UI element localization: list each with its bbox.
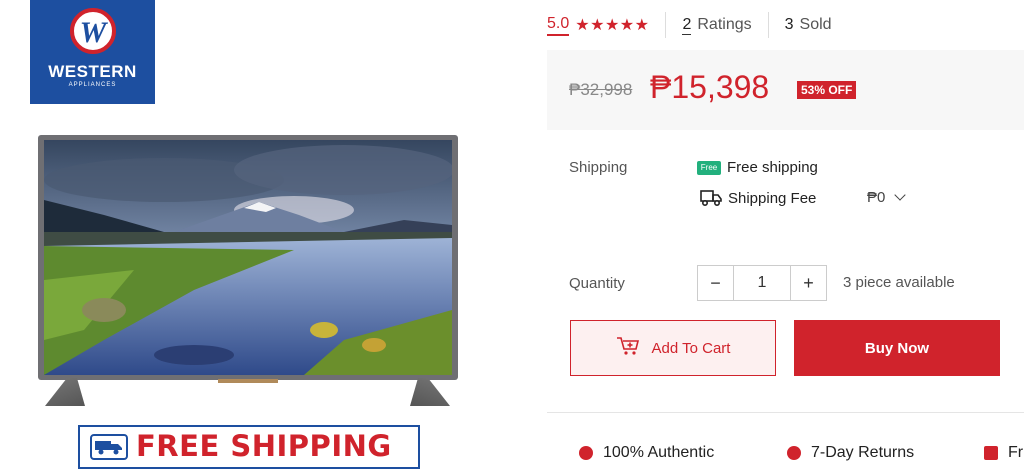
- tv-stand-right: [410, 378, 450, 406]
- add-to-cart-label: Add To Cart: [651, 339, 731, 357]
- feature-authentic-label: 100% Authentic: [603, 444, 715, 461]
- current-price: ₱15,398: [650, 69, 770, 105]
- star-rating-icon: ★★★★★: [575, 17, 650, 34]
- chevron-down-icon: [893, 189, 906, 201]
- shipping-fee-dropdown[interactable]: ₱0: [867, 189, 906, 206]
- divider: [767, 12, 769, 38]
- tv-screen: [44, 140, 452, 375]
- rating-row: 5.0 ★★★★★ 2 Ratings 3 Sold: [547, 12, 832, 38]
- shipping-fee-value: ₱0: [867, 189, 886, 206]
- free-shipping-banner-text: FREE SHIPPING: [136, 429, 392, 463]
- ratings-label: Ratings: [697, 16, 752, 33]
- brand-logo: W WESTERN APPLIANCES: [30, 0, 155, 104]
- shipping-fee-line: Shipping Fee: [700, 189, 816, 207]
- rating-value[interactable]: 5.0: [547, 15, 570, 36]
- original-price: ₱32,998: [569, 80, 633, 99]
- tv-base-strip: [218, 379, 278, 383]
- discount-badge: 53% OFF: [797, 81, 857, 99]
- divider: [547, 412, 1024, 413]
- truck-icon: [90, 434, 128, 460]
- tv-stand-left: [45, 378, 85, 406]
- landscape-image: [44, 140, 452, 375]
- product-gallery: W WESTERN APPLIANCES FREE SHIPPING: [0, 0, 530, 476]
- feature-shipping-label: Fr: [1008, 444, 1024, 461]
- increase-button[interactable]: +: [791, 266, 826, 300]
- shield-icon: [579, 446, 593, 460]
- brand-sub: APPLIANCES: [68, 82, 117, 88]
- sold-count: 3: [784, 16, 794, 33]
- add-to-cart-button[interactable]: Add To Cart: [570, 320, 776, 376]
- divider: [665, 12, 667, 38]
- free-shipping-banner: FREE SHIPPING: [78, 425, 420, 469]
- truck-icon: [984, 446, 998, 460]
- decrease-button[interactable]: −: [698, 266, 733, 300]
- feature-returns-label: 7-Day Returns: [811, 444, 915, 461]
- feature-authentic: 100% Authentic: [579, 444, 714, 462]
- shipping-label: Shipping: [569, 159, 628, 176]
- quantity-input[interactable]: 1: [733, 266, 791, 300]
- ratings-count[interactable]: 2: [682, 16, 692, 35]
- free-shipping-text: Free shipping: [727, 159, 818, 176]
- quantity-label: Quantity: [569, 275, 625, 292]
- feature-shipping: Fr: [984, 444, 1023, 462]
- cart-icon: [616, 336, 640, 360]
- brand-logo-mark: W: [70, 8, 116, 54]
- stock-available: 3 piece available: [843, 274, 955, 291]
- truck-icon: [700, 189, 722, 207]
- feature-returns: 7-Day Returns: [787, 444, 914, 462]
- quantity-stepper: − 1 +: [697, 265, 827, 301]
- product-image[interactable]: [38, 135, 458, 380]
- brand-name: WESTERN: [48, 62, 137, 81]
- buy-now-button[interactable]: Buy Now: [794, 320, 1000, 376]
- return-icon: [787, 446, 801, 460]
- free-badge-icon: Free: [697, 160, 721, 175]
- product-info: 5.0 ★★★★★ 2 Ratings 3 Sold ₱32,998 ₱15,3…: [547, 0, 1024, 476]
- sold-label: Sold: [799, 16, 832, 33]
- free-shipping-line: Free Free shipping: [697, 159, 818, 176]
- shipping-fee-label: Shipping Fee: [728, 189, 817, 207]
- price-box: ₱32,998 ₱15,398 53% OFF: [547, 50, 1024, 130]
